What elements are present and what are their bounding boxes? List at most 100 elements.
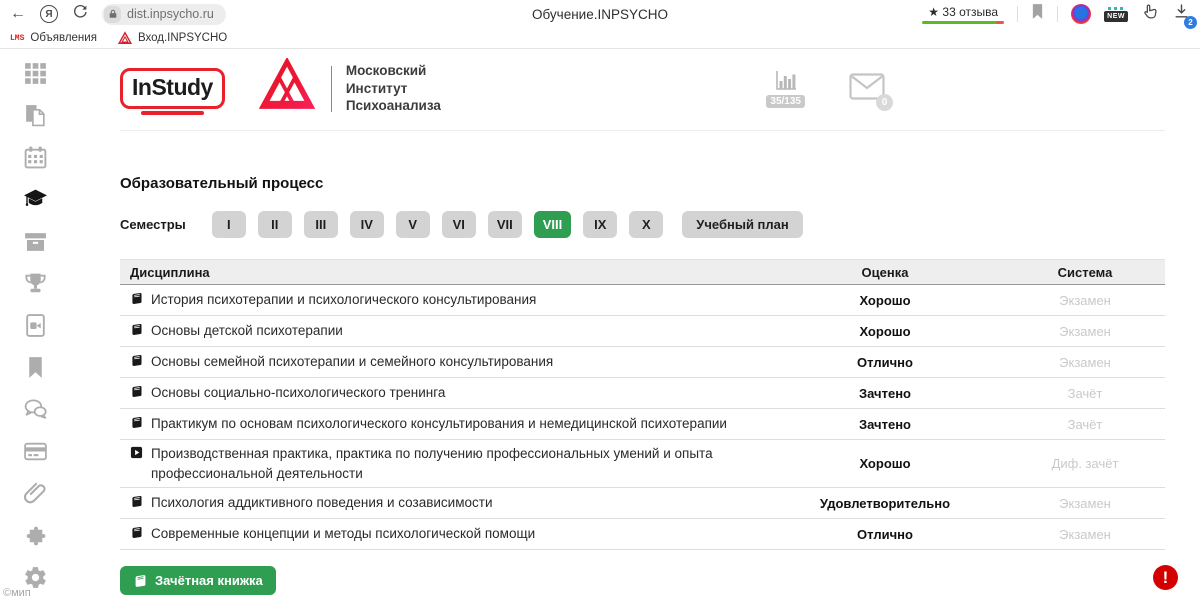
- semester-selector: Семестры I II III IV V VI VII VIII IX X …: [120, 211, 1165, 238]
- sidebar-item-messages[interactable]: [23, 397, 48, 422]
- table-row[interactable]: Основы семейной психотерапии и семейного…: [120, 347, 1165, 378]
- paperclip-icon: [23, 481, 48, 506]
- semester-tab-4[interactable]: IV: [350, 211, 384, 238]
- system-value: Зачёт: [1005, 417, 1165, 432]
- back-button[interactable]: ←: [10, 6, 26, 22]
- app-sidebar: ©мип: [0, 49, 70, 600]
- discipline-name: Основы детской психотерапии: [151, 321, 343, 341]
- new-feature-button[interactable]: NEW: [1104, 7, 1128, 22]
- bookmark-item-announcements[interactable]: LMS Объявления: [10, 32, 97, 44]
- grade-value: Хорошо: [765, 456, 1005, 471]
- discipline-name: Основы социально-психологического тренин…: [151, 383, 445, 403]
- trophy-icon: [23, 271, 48, 296]
- address-bar[interactable]: dist.inpsycho.ru: [102, 4, 226, 25]
- hand-gesture-button[interactable]: [1141, 2, 1160, 26]
- gradebook-button-label: Зачётная книжка: [155, 573, 263, 588]
- graduation-cap-icon: [23, 187, 48, 212]
- book-icon: [130, 526, 143, 539]
- discipline-name: История психотерапии и психологического …: [151, 290, 536, 310]
- sidebar-item-video-lessons[interactable]: [23, 313, 48, 338]
- main-content: InStudy Московский Институт Психоанализа: [70, 49, 1200, 600]
- instudy-logo[interactable]: InStudy: [120, 68, 225, 109]
- downloads-button[interactable]: 2: [1173, 3, 1190, 25]
- grid-icon: [23, 61, 48, 86]
- discipline-name: Основы семейной психотерапии и семейного…: [151, 352, 553, 372]
- system-value: Диф. зачёт: [1005, 456, 1165, 471]
- book-icon: [130, 416, 143, 429]
- table-row[interactable]: Практикум по основам психологического ко…: [120, 409, 1165, 440]
- disciplines-table: Дисциплина Оценка Система История психот…: [120, 259, 1165, 550]
- sidebar-item-apps[interactable]: [23, 61, 48, 86]
- system-value: Экзамен: [1005, 355, 1165, 370]
- sidebar-item-archive[interactable]: [23, 229, 48, 254]
- divider: [1017, 6, 1018, 22]
- sidebar-item-calendar[interactable]: [23, 145, 48, 170]
- system-value: Зачёт: [1005, 386, 1165, 401]
- semester-tab-9[interactable]: IX: [583, 211, 617, 238]
- table-row[interactable]: История психотерапии и психологического …: [120, 285, 1165, 316]
- bookmark-flag-button[interactable]: [1031, 3, 1044, 25]
- book-icon: [133, 574, 147, 588]
- semester-tab-5[interactable]: V: [396, 211, 430, 238]
- credit-card-icon: [23, 439, 48, 464]
- semester-tab-6[interactable]: VI: [442, 211, 476, 238]
- column-system: Система: [1005, 265, 1165, 280]
- semester-tab-7[interactable]: VII: [488, 211, 522, 238]
- mail-button[interactable]: 0: [849, 73, 885, 105]
- system-value: Экзамен: [1005, 527, 1165, 542]
- table-row[interactable]: Психология аддиктивного поведения и соза…: [120, 488, 1165, 519]
- yandex-profile-button[interactable]: Я: [40, 5, 58, 23]
- sidebar-item-attachments[interactable]: [23, 481, 48, 506]
- bookmark-flag-icon: [1031, 3, 1044, 20]
- mip-logo[interactable]: [259, 58, 315, 119]
- refresh-button[interactable]: [72, 4, 88, 24]
- divider: [1057, 6, 1058, 22]
- table-row[interactable]: Современные концепции и методы психологи…: [120, 519, 1165, 550]
- mip-triangle-icon: [259, 58, 315, 114]
- institute-name: Московский Институт Психоанализа: [346, 62, 441, 115]
- alert-button[interactable]: !: [1153, 565, 1178, 590]
- book-icon: [130, 323, 143, 336]
- column-grade: Оценка: [765, 265, 1005, 280]
- semester-tab-10[interactable]: X: [629, 211, 663, 238]
- hand-icon: [1141, 2, 1160, 21]
- grade-value: Хорошо: [765, 293, 1005, 308]
- calendar-icon: [23, 145, 48, 170]
- refresh-icon: [72, 4, 88, 20]
- bookmark-item-login[interactable]: Вход.INPSYCHO: [118, 31, 227, 45]
- lock-icon: [104, 6, 121, 23]
- browser-toolbar: ← Я dist.inpsycho.ru Обучение.INPSYCHO ★…: [0, 0, 1200, 28]
- sidebar-item-bookmarks[interactable]: [23, 355, 48, 380]
- sidebar-item-payments[interactable]: [23, 439, 48, 464]
- system-value: Экзамен: [1005, 293, 1165, 308]
- book-icon: [130, 385, 143, 398]
- table-row[interactable]: Основы детской психотерапии Хорошо Экзам…: [120, 316, 1165, 347]
- table-row[interactable]: Производственная практика, практика по п…: [120, 440, 1165, 488]
- sidebar-item-documents[interactable]: [23, 103, 48, 128]
- new-badge: NEW: [1104, 11, 1128, 22]
- semester-tab-2[interactable]: II: [258, 211, 292, 238]
- tab-title: Обучение.INPSYCHO: [532, 7, 668, 22]
- grade-value: Отлично: [765, 527, 1005, 542]
- sidebar-item-extensions[interactable]: [23, 523, 48, 548]
- statistics-button[interactable]: 35/135: [766, 69, 805, 108]
- url-text: dist.inpsycho.ru: [127, 7, 214, 21]
- divider: [331, 66, 332, 112]
- page-title: Образовательный процесс: [120, 175, 1165, 192]
- sidebar-item-education[interactable]: [23, 187, 48, 212]
- sidebar-item-awards[interactable]: [23, 271, 48, 296]
- table-row[interactable]: Основы социально-психологического тренин…: [120, 378, 1165, 409]
- semester-tab-8-active[interactable]: VIII: [534, 211, 572, 238]
- mip-triangle-icon: [118, 31, 132, 45]
- system-value: Экзамен: [1005, 496, 1165, 511]
- bookmarks-bar: LMS Объявления Вход.INPSYCHO: [0, 28, 1200, 49]
- browser-avatar[interactable]: [1071, 4, 1091, 24]
- site-reviews-button[interactable]: ★ 33 отзыва: [922, 5, 1004, 24]
- column-discipline: Дисциплина: [120, 265, 765, 280]
- semester-tab-3[interactable]: III: [304, 211, 338, 238]
- curriculum-button[interactable]: Учебный план: [682, 211, 802, 238]
- sidebar-footer: ©мип: [3, 587, 31, 599]
- gradebook-button[interactable]: Зачётная книжка: [120, 566, 276, 595]
- semester-tab-1[interactable]: I: [212, 211, 246, 238]
- discipline-name: Производственная практика, практика по п…: [151, 444, 735, 483]
